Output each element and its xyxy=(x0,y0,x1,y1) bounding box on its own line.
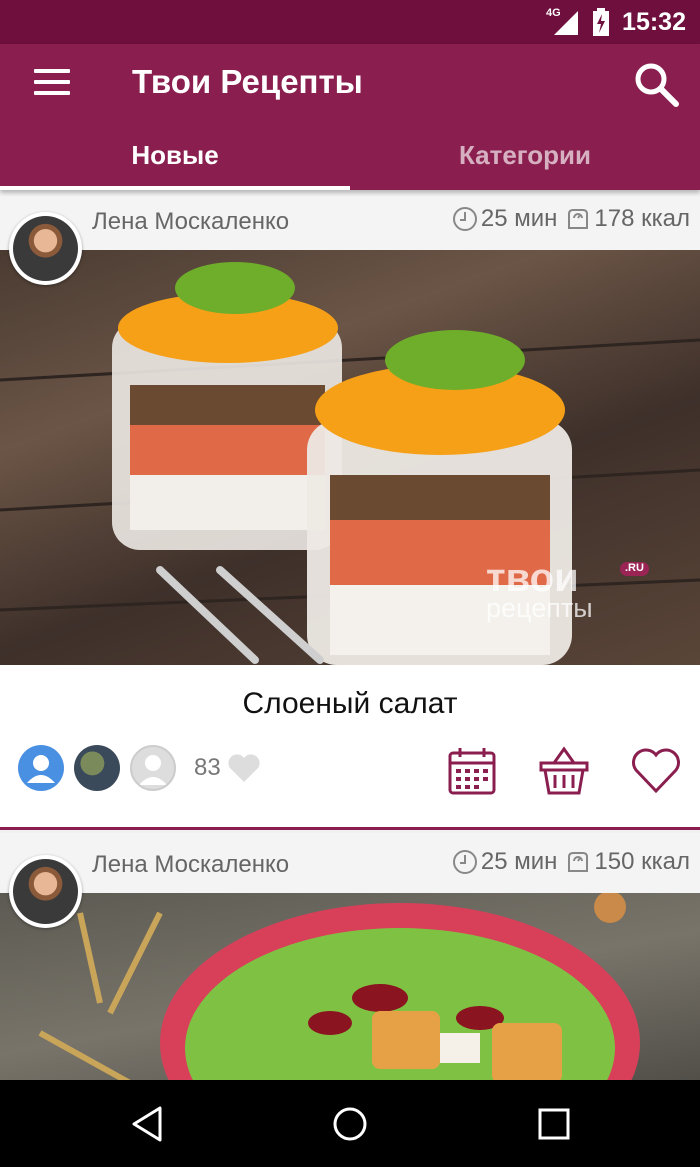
author-name[interactable]: Лена Москаленко xyxy=(92,851,289,879)
tab-new[interactable]: Новые xyxy=(0,136,350,186)
liker-avatar[interactable] xyxy=(130,745,176,791)
recipe-card[interactable]: Лена Москаленко 25 мин 150 ккал xyxy=(0,833,700,1080)
like-count: 83 xyxy=(194,754,221,781)
scale-icon xyxy=(568,209,589,229)
recipe-meta: 25 мин 150 ккал xyxy=(452,848,690,876)
likers-row: 83 xyxy=(18,745,261,791)
card-header: Лена Москаленко 25 мин 150 ккал xyxy=(0,833,700,893)
app-bar: Твои Рецепты Новые Категории xyxy=(0,44,700,190)
favorite-heart-icon[interactable] xyxy=(630,745,682,797)
recipe-photo[interactable]: твои рецепты .RU xyxy=(0,250,700,665)
system-nav-bar xyxy=(0,1080,700,1167)
recipe-card[interactable]: Лена Москаленко 25 мин 178 ккал твои рец… xyxy=(0,190,700,830)
author-name[interactable]: Лена Москаленко xyxy=(92,208,289,236)
author-avatar[interactable] xyxy=(9,212,82,285)
cook-time: 25 мин xyxy=(480,205,558,232)
clock-icon xyxy=(452,207,477,231)
status-bar: 4G 15:32 xyxy=(0,0,700,44)
search-icon[interactable] xyxy=(632,60,680,108)
battery-icon xyxy=(593,8,610,36)
heart-icon[interactable] xyxy=(227,753,261,783)
calories: 178 ккал xyxy=(594,205,690,232)
basket-icon[interactable] xyxy=(538,745,590,797)
app-title: Твои Рецепты xyxy=(132,63,363,100)
recipe-photo[interactable] xyxy=(0,893,700,1080)
tab-categories[interactable]: Категории xyxy=(350,136,700,186)
author-avatar[interactable] xyxy=(9,855,82,928)
back-icon[interactable] xyxy=(126,1102,170,1146)
recipe-feed[interactable]: Лена Москаленко 25 мин 178 ккал твои рец… xyxy=(0,190,700,1080)
calendar-icon[interactable] xyxy=(446,745,498,797)
clock-icon xyxy=(452,850,477,874)
clock-time: 15:32 xyxy=(622,7,686,36)
menu-icon[interactable] xyxy=(34,69,70,95)
recipe-meta: 25 мин 178 ккал xyxy=(452,205,690,233)
tab-indicator xyxy=(0,186,350,190)
home-icon[interactable] xyxy=(328,1102,372,1146)
cell-signal-icon: 4G xyxy=(546,7,580,37)
calories: 150 ккал xyxy=(594,848,690,875)
liker-avatar[interactable] xyxy=(18,745,64,791)
brand-watermark: твои рецепты .RU xyxy=(486,558,649,622)
card-header: Лена Москаленко 25 мин 178 ккал xyxy=(0,190,700,250)
scale-icon xyxy=(568,852,589,872)
cook-time: 25 мин xyxy=(480,848,558,875)
recent-apps-icon[interactable] xyxy=(532,1102,576,1146)
recipe-title[interactable]: Слоеный салат xyxy=(0,687,700,721)
liker-avatar[interactable] xyxy=(74,745,120,791)
